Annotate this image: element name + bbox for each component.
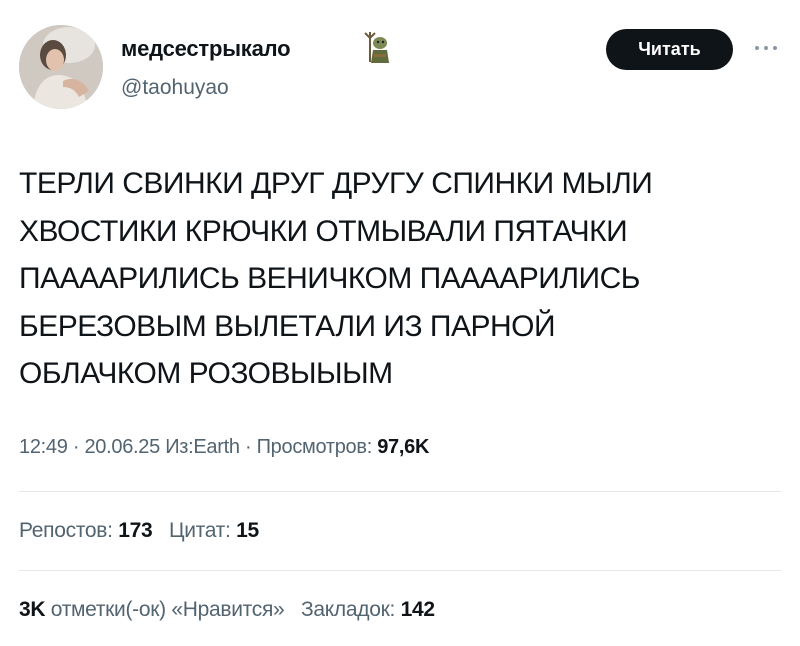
tweet-line: ПААААРИЛИСЬ ВЕНИЧКОМ ПААААРИЛИСЬ xyxy=(19,262,640,295)
tweet-line: ХВОСТИКИ КРЮЧКИ ОТМЫВАЛИ ПЯТАЧКИ xyxy=(19,214,628,248)
more-options-icon[interactable] xyxy=(748,34,784,62)
tweet-meta: 12:49 · 20.06.25 Из:Earth · Просмотров: … xyxy=(19,436,429,459)
avatar[interactable] xyxy=(19,25,103,109)
quotes-label: Цитат: xyxy=(168,519,231,542)
tweet-date[interactable]: 20.06.25 xyxy=(84,436,160,458)
views-label: Просмотров: xyxy=(256,436,373,458)
divider xyxy=(19,570,781,571)
quotes-count: 15 xyxy=(236,519,259,542)
display-name[interactable]: медсестрыкало xyxy=(121,36,291,62)
engagement-row: 3K отметки(-ок) «Нравится» Закладок: 142 xyxy=(19,598,435,622)
likes-count: 3K xyxy=(19,598,46,621)
likes-stat[interactable]: 3K отметки(-ок) «Нравится» xyxy=(19,598,290,621)
views-count[interactable]: 97,6K xyxy=(377,436,429,458)
troll-icon xyxy=(362,30,392,64)
meta-separator: · xyxy=(72,436,80,458)
reposts-count: 173 xyxy=(118,519,153,542)
bookmarks-label: Закладок: xyxy=(301,598,396,621)
tweet-line: ОБЛАЧКОМ РОЗОВЫЫЫМ xyxy=(19,357,393,390)
avatar-photo xyxy=(19,25,103,109)
tweet-line: БЕРЕЗОВЫМ ВЫЛЕТАЛИ ИЗ ПАРНОЙ xyxy=(19,309,556,343)
reposts-label: Репостов: xyxy=(19,519,113,542)
bookmarks-stat[interactable]: Закладок: 142 xyxy=(301,598,435,621)
quotes-stat[interactable]: Цитат: 15 xyxy=(169,519,259,542)
follow-button[interactable]: Читать xyxy=(606,29,733,70)
divider xyxy=(19,491,781,492)
meta-separator: · xyxy=(244,436,252,458)
tweet-time[interactable]: 12:49 xyxy=(19,436,68,458)
tweet-text: ТЕРЛИ СВИНКИ ДРУГ ДРУГУ СПИНКИ МЫЛИ ХВОС… xyxy=(19,160,789,398)
bookmarks-count: 142 xyxy=(400,598,435,621)
reposts-stat[interactable]: Репостов: 173 xyxy=(19,519,158,542)
tweet-line: ТЕРЛИ СВИНКИ ДРУГ ДРУГУ СПИНКИ МЫЛИ xyxy=(19,167,653,200)
user-handle[interactable]: @taohuyao xyxy=(121,76,229,100)
engagement-row: Репостов: 173 Цитат: 15 xyxy=(19,519,259,543)
tweet-source: Из:Earth xyxy=(165,436,240,458)
likes-label: отметки(-ок) «Нравится» xyxy=(50,598,285,621)
